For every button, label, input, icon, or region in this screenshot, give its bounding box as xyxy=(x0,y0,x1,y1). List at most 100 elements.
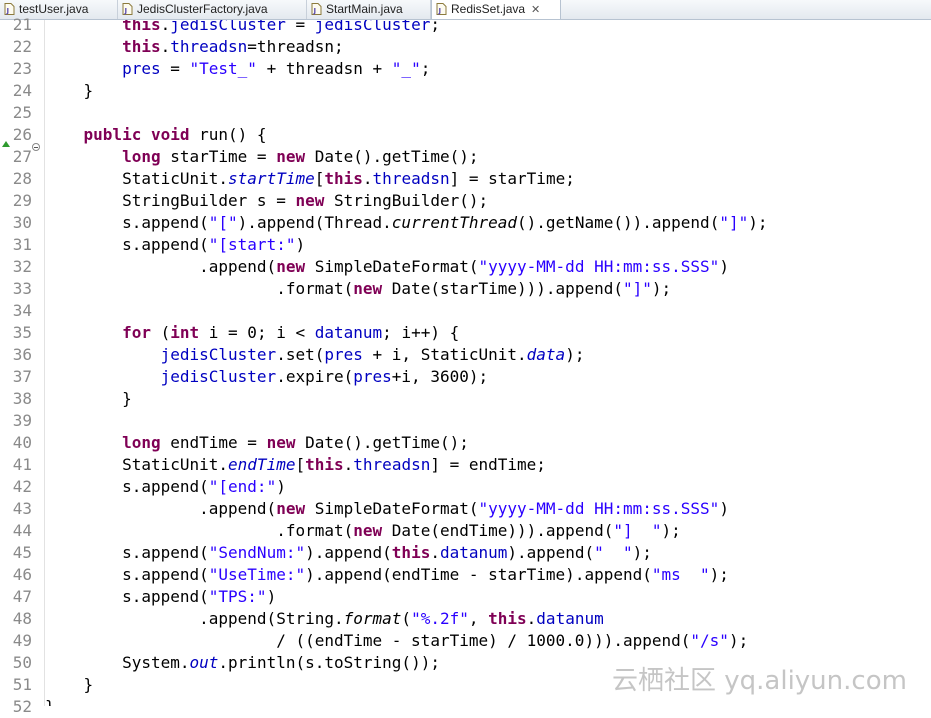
watermark: 云栖社区 yq.aliyun.com xyxy=(612,664,907,698)
code-token: "%.2f" xyxy=(411,609,469,628)
code-token: ) xyxy=(266,587,277,606)
code-token: +i, 3600); xyxy=(391,367,489,386)
java-file-icon: J xyxy=(122,3,133,15)
code-token: .format( xyxy=(45,279,354,298)
code-token: ).append(Thread. xyxy=(237,213,392,232)
line-number: 35 xyxy=(12,323,32,342)
editor-tab-bar: JtestUser.java J JedisClusterFactory.java J… xyxy=(0,0,931,20)
code-line: long starTime = new Date().getTime(); xyxy=(45,146,478,168)
code-editor[interactable]: this.jedisCluster = jedisCluster; this.t… xyxy=(45,20,931,706)
code-token: ) xyxy=(295,235,306,254)
tab-startmain[interactable]: J StartMain.java xyxy=(307,0,431,19)
line-number: 30 xyxy=(12,213,32,232)
code-token: new xyxy=(353,521,383,540)
code-token: / ((endTime - starTime) / 1000.0))).appe… xyxy=(45,631,691,650)
code-token: ).append( xyxy=(507,543,595,562)
code-token: "]" xyxy=(622,279,652,298)
svg-text:J: J xyxy=(124,7,128,15)
line-number: 48 xyxy=(12,609,32,628)
code-token: ); xyxy=(748,213,768,232)
code-token: . xyxy=(362,169,373,188)
watermark-text: 云栖社区 yq.aliyun.com xyxy=(612,666,907,696)
code-token: data xyxy=(526,345,566,364)
code-line: .append(new SimpleDateFormat("yyyy-MM-dd… xyxy=(45,256,729,278)
line-number: 27 xyxy=(12,147,32,166)
line-number: 38 xyxy=(12,389,32,408)
code-line: StaticUnit.endTime[this.threadsn] = endT… xyxy=(45,454,546,476)
code-token: ; i++) { xyxy=(382,323,460,342)
code-token: "TPS:" xyxy=(208,587,267,606)
code-token: . xyxy=(160,20,171,34)
code-token: "[start:" xyxy=(208,235,296,254)
code-token: Date(starTime))).append( xyxy=(382,279,623,298)
code-token: this xyxy=(324,169,363,188)
code-token: currentThread xyxy=(391,213,518,232)
line-number: 34 xyxy=(12,301,32,320)
code-line: .append(String.format("%.2f", this.datan… xyxy=(45,608,604,630)
tab-jedisclusterfactory[interactable]: J JedisClusterFactory.java xyxy=(118,0,307,19)
code-line: s.append("SendNum:").append(this.datanum… xyxy=(45,542,652,564)
line-number: 22 xyxy=(12,37,32,56)
code-line: } xyxy=(45,696,55,706)
code-token: i = 0; i < xyxy=(199,323,315,342)
code-token: ; xyxy=(430,20,440,34)
code-token: = xyxy=(285,20,315,34)
code-line: s.append("[start:") xyxy=(45,234,305,256)
code-token: "[" xyxy=(208,213,238,232)
code-line: / ((endTime - starTime) / 1000.0))).appe… xyxy=(45,630,748,652)
code-token: jedisCluster xyxy=(314,20,431,34)
code-token: } xyxy=(45,389,132,408)
code-token: Date().getTime(); xyxy=(295,433,469,452)
code-token: pres xyxy=(353,367,392,386)
code-token: .set( xyxy=(276,345,325,364)
code-token: "_" xyxy=(391,59,421,78)
code-token: pres xyxy=(122,59,161,78)
code-token: run() { xyxy=(189,125,267,144)
tab-redisset[interactable]: J RedisSet.java ✕ xyxy=(431,0,561,19)
tab-label: JedisClusterFactory.java xyxy=(137,2,268,16)
code-token: } xyxy=(45,697,55,706)
code-line: } xyxy=(45,80,94,102)
java-file-icon: J xyxy=(436,3,447,15)
code-token: jedisCluster xyxy=(160,367,277,386)
code-token: s.append( xyxy=(45,565,209,584)
code-token: threadsn xyxy=(372,169,450,188)
line-number: 39 xyxy=(12,411,32,430)
line-number: 41 xyxy=(12,455,32,474)
code-token: .append( xyxy=(45,499,277,518)
line-number: 26 xyxy=(12,125,32,144)
code-token: StringBuilder s = xyxy=(45,191,296,210)
code-token: , xyxy=(468,609,489,628)
code-token: + i, StaticUnit. xyxy=(362,345,527,364)
code-line: s.append("TPS:") xyxy=(45,586,276,608)
line-number: 44 xyxy=(12,521,32,540)
code-token: datanum xyxy=(536,609,604,628)
code-token: StaticUnit. xyxy=(45,455,229,474)
line-number: 25 xyxy=(12,103,32,122)
close-icon[interactable]: ✕ xyxy=(531,1,540,19)
code-token: pres xyxy=(324,345,363,364)
code-token: format xyxy=(343,609,402,628)
svg-text:J: J xyxy=(313,7,317,15)
line-number: 31 xyxy=(12,235,32,254)
code-token: s.append( xyxy=(45,477,209,496)
code-token: [ xyxy=(314,169,325,188)
code-token: . xyxy=(343,455,354,474)
fold-collapse-icon[interactable] xyxy=(32,143,40,151)
code-token: "yyyy-MM-dd HH:mm:ss.SSS" xyxy=(478,499,720,518)
code-token: ); xyxy=(661,521,681,540)
code-token: endTime xyxy=(228,455,296,474)
code-line: } xyxy=(45,388,132,410)
code-token: .append( xyxy=(45,257,277,276)
code-token: .append(String. xyxy=(45,609,344,628)
line-number: 40 xyxy=(12,433,32,452)
code-token: "ms " xyxy=(651,565,710,584)
code-token: =threadsn; xyxy=(247,37,344,56)
code-token: new xyxy=(266,433,296,452)
code-line: s.append("[end:") xyxy=(45,476,286,498)
code-line: this.jedisCluster = jedisCluster; xyxy=(45,20,440,36)
